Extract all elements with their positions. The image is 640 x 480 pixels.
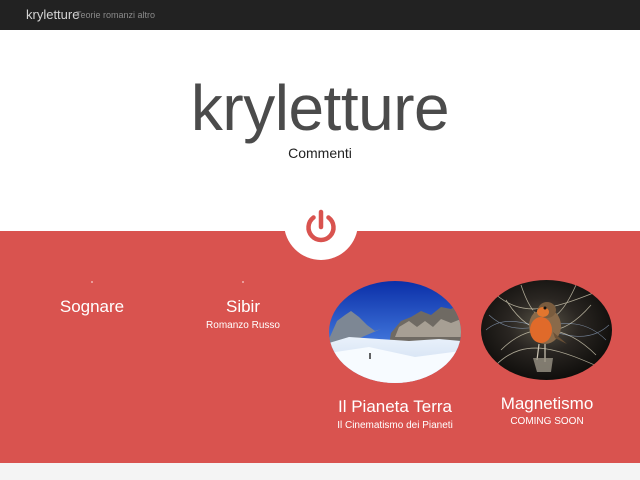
navbar: kryletture Teorie romanzi altro xyxy=(0,0,640,30)
comments-link[interactable]: Commenti xyxy=(0,145,640,161)
mountain-snow-image xyxy=(329,281,461,383)
item-subtitle-sibir: Romanzo Russo xyxy=(206,320,280,331)
item-subtitle-pianeta-terra: Il Cinematismo dei Pianeti xyxy=(337,420,453,431)
navbar-brand-link[interactable]: kryletture xyxy=(26,7,79,22)
image-magnetismo[interactable] xyxy=(481,280,612,380)
image-placeholder-sognare xyxy=(91,281,93,283)
item-title-sognare[interactable]: Sognare xyxy=(40,297,144,317)
power-icon xyxy=(306,209,336,243)
power-button-notch xyxy=(284,194,358,260)
robin-bird-image xyxy=(481,280,612,380)
item-title-sibir[interactable]: Sibir xyxy=(193,297,293,317)
hero-title: kryletture xyxy=(190,72,450,144)
image-pianeta-terra[interactable] xyxy=(329,281,461,383)
item-title-magnetismo[interactable]: Magnetismo xyxy=(476,394,618,414)
footer-strip xyxy=(0,463,640,480)
item-title-pianeta-terra[interactable]: Il Pianeta Terra xyxy=(315,397,475,417)
power-button[interactable] xyxy=(284,194,358,260)
image-placeholder-sibir xyxy=(242,281,244,283)
navbar-tagline: Teorie romanzi altro xyxy=(76,10,156,20)
item-subtitle-magnetismo: COMING SOON xyxy=(510,416,584,427)
